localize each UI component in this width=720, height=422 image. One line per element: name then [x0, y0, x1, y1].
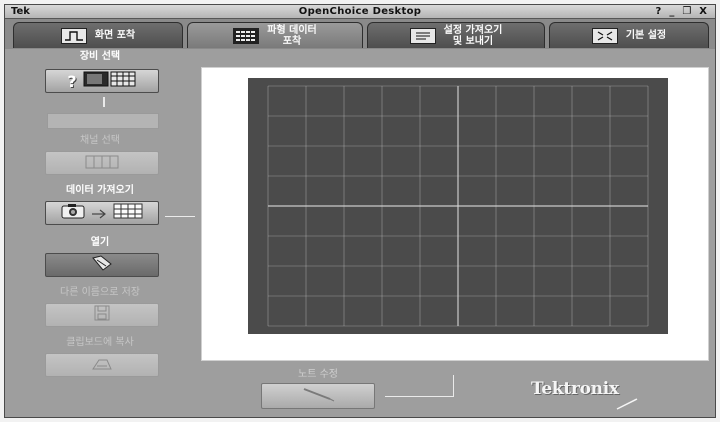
- tab-screen-capture[interactable]: 화면 포착: [13, 22, 183, 48]
- instrument-icon: [83, 71, 137, 91]
- device-status-box: [47, 113, 159, 129]
- title-bar: Tek OpenChoice Desktop ? _ ❐ X: [5, 5, 715, 19]
- tab-label: 화면 포착: [94, 30, 136, 41]
- save-disk-icon: [94, 305, 110, 325]
- graticule-grid: [267, 85, 649, 327]
- open-label: 열기: [90, 237, 110, 248]
- get-data-label: 데이터 가져오기: [66, 185, 134, 196]
- tektronix-logo: Tektronix: [531, 379, 619, 399]
- save-as-button: [45, 303, 159, 327]
- app-window: Tek OpenChoice Desktop ? _ ❐ X 화면 포착 파형 …: [4, 4, 716, 418]
- tab-import-export-settings[interactable]: 설정 가져오기 및 보내기: [367, 22, 545, 48]
- camera-icon: [61, 203, 85, 223]
- oscilloscope-screen: [248, 78, 668, 334]
- channel-icon: [85, 154, 119, 173]
- connector-line: [453, 375, 454, 397]
- pencil-icon: [300, 386, 336, 406]
- connector-line: [385, 396, 453, 397]
- select-channel-button: [45, 151, 159, 175]
- tab-preferences[interactable]: 기본 설정: [549, 22, 709, 48]
- restore-button[interactable]: ❐: [682, 5, 691, 18]
- minimize-button[interactable]: _: [669, 5, 674, 18]
- preferences-icon: [591, 27, 618, 44]
- tab-label: 파형 데이터 포착: [267, 24, 317, 47]
- select-device-button[interactable]: ?: [45, 69, 159, 93]
- copy-clipboard-label: 클립보드에 복사: [66, 337, 134, 348]
- tab-bar: 화면 포착 파형 데이터 포착 설정 가져오기 및 보내기 기본 설정: [5, 19, 715, 49]
- select-device-label: 장비 선택: [79, 51, 121, 62]
- connector-line: [103, 97, 105, 107]
- connector-line: [165, 216, 195, 217]
- help-button[interactable]: ?: [656, 5, 662, 18]
- close-button[interactable]: X: [699, 5, 707, 18]
- copy-clipboard-button: [45, 353, 159, 377]
- open-button[interactable]: [45, 253, 159, 277]
- settings-file-icon: [409, 27, 436, 44]
- tab-label: 기본 설정: [625, 30, 667, 41]
- edit-notes-button[interactable]: [261, 383, 375, 409]
- waveform-display-frame: [201, 67, 709, 361]
- window-controls: ? _ ❐ X: [656, 5, 708, 18]
- save-as-label: 다른 이름으로 저장: [60, 287, 140, 298]
- tab-label: 설정 가져오기 및 보내기: [443, 24, 503, 47]
- select-channel-label: 채널 선택: [80, 135, 120, 146]
- edit-notes-label: 노트 수정: [298, 369, 338, 380]
- get-data-button[interactable]: [45, 201, 159, 225]
- clipboard-icon: [91, 356, 113, 375]
- question-mark-icon: ?: [67, 71, 77, 91]
- waveform-icon: [60, 27, 87, 44]
- open-file-icon: [91, 255, 113, 275]
- logo-swoosh-icon: [616, 398, 638, 410]
- arrow-icon: [91, 204, 107, 223]
- window-title: OpenChoice Desktop: [298, 6, 422, 17]
- tab-waveform-data-capture[interactable]: 파형 데이터 포착: [187, 22, 363, 48]
- data-grid-icon: [113, 203, 143, 223]
- sidebar: 장비 선택 ? 채널 선택 데이터 가져오기 열기 다른 이름으로 저장 클립보…: [35, 49, 165, 389]
- data-grid-icon: [233, 27, 260, 44]
